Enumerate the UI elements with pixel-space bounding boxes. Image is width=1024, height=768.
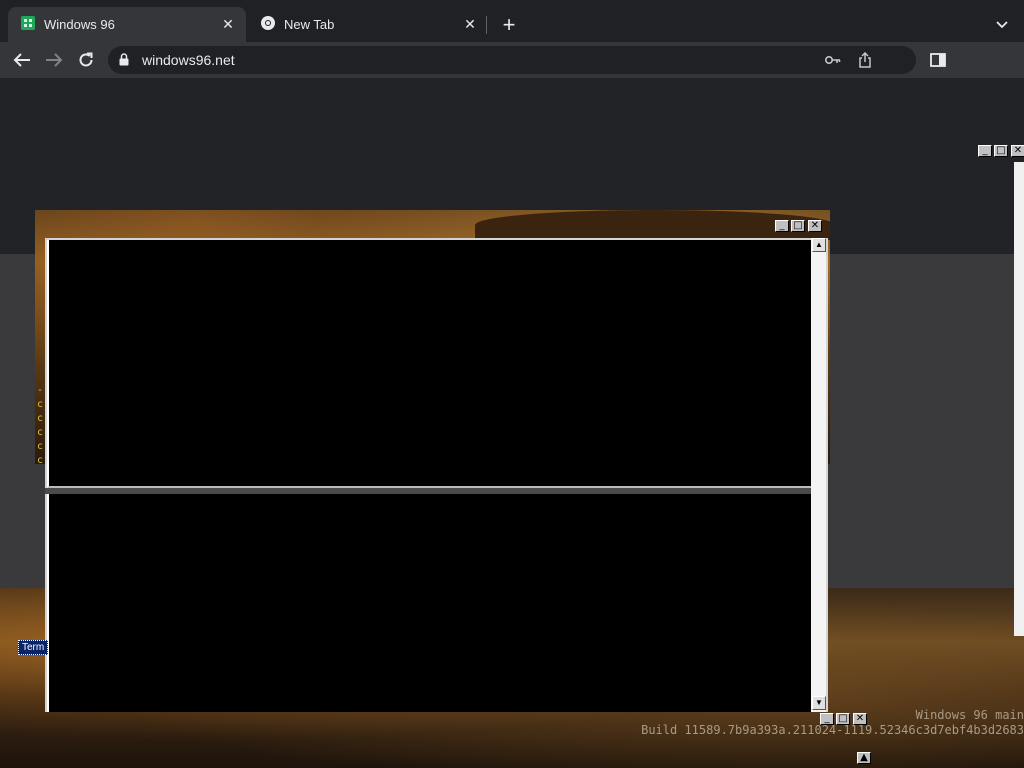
close-tab-icon[interactable]: ✕ (218, 15, 238, 35)
tab-search-chevron-icon[interactable] (990, 13, 1014, 37)
terminal-char: c (37, 427, 44, 438)
terminal-text-column: - c c c c c (37, 384, 47, 468)
desktop-icon-term[interactable]: Term (18, 640, 49, 655)
reload-button[interactable] (74, 48, 98, 72)
tab-new-tab[interactable]: New Tab ✕ (248, 7, 488, 42)
tab-title: New Tab (284, 17, 335, 32)
tab-windows96[interactable]: Windows 96 ✕ (8, 7, 246, 42)
tab-strip: Windows 96 ✕ New Tab ✕ + (0, 0, 1024, 42)
watermark-line1: Windows 96 main (915, 708, 1024, 722)
maximize-icon[interactable]: □ (791, 220, 805, 232)
chrome-icon (260, 15, 276, 34)
terminal-char: c (37, 441, 44, 452)
new-tab-button[interactable]: + (497, 13, 521, 37)
terminal-char: - (37, 385, 44, 396)
page-viewport: _ □ ✕ _ □ ✕ ▲ ▼ - c c c c c Term _ □ ✕ ▲… (0, 78, 1024, 768)
key-icon[interactable] (824, 51, 842, 69)
close-icon[interactable]: ✕ (808, 220, 822, 232)
terminal-char: c (37, 399, 44, 410)
scroll-up-icon[interactable]: ▲ (857, 752, 871, 764)
close-tab-icon[interactable]: ✕ (460, 15, 480, 35)
windows96-favicon-icon (20, 15, 36, 34)
address-bar[interactable]: windows96.net (108, 46, 916, 74)
terminal-char: c (37, 413, 44, 424)
forward-button[interactable] (42, 48, 66, 72)
side-panel-icon[interactable] (926, 48, 950, 72)
terminal-pane-top[interactable] (47, 240, 812, 488)
browser-toolbar: windows96.net (0, 42, 1024, 78)
terminal-pane-bottom[interactable] (47, 494, 812, 712)
url-text: windows96.net (142, 52, 235, 68)
back-button[interactable] (10, 48, 34, 72)
minimize-icon[interactable]: _ (775, 220, 789, 232)
scroll-up-icon[interactable]: ▲ (812, 238, 826, 252)
watermark-line2: Build 11589.7b9a393a.211024-1119.52346c3… (641, 723, 1024, 737)
share-icon[interactable] (856, 51, 874, 69)
lock-icon[interactable] (119, 53, 129, 71)
tab-title: Windows 96 (44, 17, 115, 32)
minimize-icon[interactable]: _ (978, 145, 992, 157)
right-window-scrollbar[interactable] (1014, 162, 1024, 636)
terminal-scrollbar[interactable] (811, 238, 826, 712)
maximize-icon[interactable]: □ (994, 145, 1008, 157)
terminal-char: c (37, 455, 44, 466)
build-watermark: Windows 96 main Build 11589.7b9a393a.211… (641, 708, 1024, 738)
close-icon[interactable]: ✕ (1011, 145, 1024, 157)
tab-separator (486, 16, 487, 34)
terminal-window: ▲ ▼ (45, 238, 828, 712)
